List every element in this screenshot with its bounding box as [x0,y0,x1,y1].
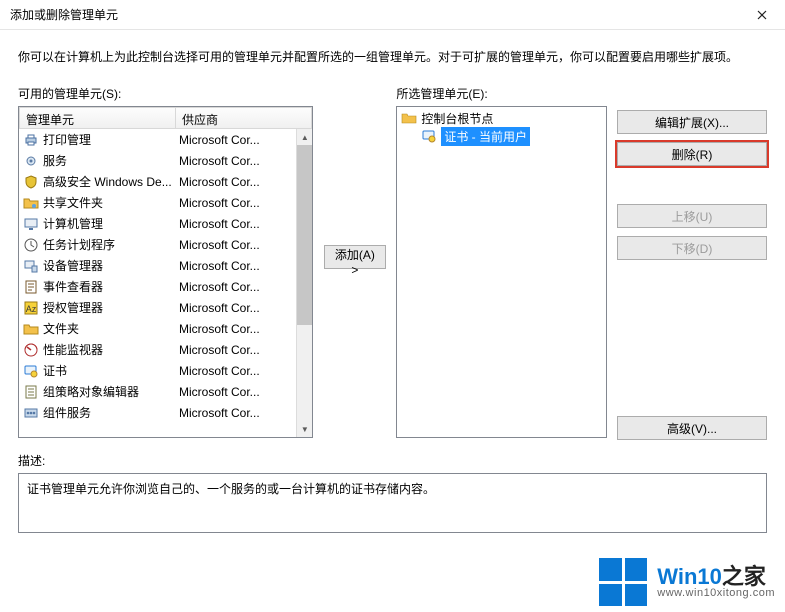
edit-extensions-button[interactable]: 编辑扩展(X)... [617,110,767,134]
available-row-name: 文件夹 [43,320,79,337]
selected-label: 所选管理单元(E): [396,85,607,102]
available-row-vendor: Microsoft Cor... [175,175,296,189]
available-row-name: 证书 [43,362,67,379]
available-row-vendor: Microsoft Cor... [175,364,296,378]
available-row-name: 打印管理 [43,131,91,148]
available-row[interactable]: 组件服务 Microsoft Cor... [19,402,296,423]
shield-icon [23,174,39,190]
cert-icon [23,363,39,379]
window-title: 添加或删除管理单元 [10,6,118,23]
component-icon [23,405,39,421]
description-label: 描述: [18,452,767,469]
scroll-thumb[interactable] [297,145,312,325]
available-header-vendor[interactable]: 供应商 [175,107,312,129]
available-row[interactable]: 证书 Microsoft Cor... [19,360,296,381]
available-row[interactable]: 组策略对象编辑器 Microsoft Cor... [19,381,296,402]
available-row-name: 任务计划程序 [43,236,115,253]
available-row-vendor: Microsoft Cor... [175,280,296,294]
available-row[interactable]: 文件夹 Microsoft Cor... [19,318,296,339]
available-row[interactable]: 服务 Microsoft Cor... [19,150,296,171]
available-row[interactable]: 打印管理 Microsoft Cor... [19,129,296,150]
available-header: 管理单元 供应商 [19,107,312,129]
move-up-button[interactable]: 上移(U) [617,204,767,228]
available-row[interactable]: 共享文件夹 Microsoft Cor... [19,192,296,213]
available-row-name: 事件查看器 [43,278,103,295]
available-row[interactable]: 任务计划程序 Microsoft Cor... [19,234,296,255]
available-row-vendor: Microsoft Cor... [175,343,296,357]
clock-icon [23,237,39,253]
available-row-name: 高级安全 Windows De... [43,173,172,190]
tree-child-label: 证书 - 当前用户 [441,127,530,146]
description-box: 证书管理单元允许你浏览自己的、一个服务的或一台计算机的证书存储内容。 [18,473,767,533]
add-button[interactable]: 添加(A) > [324,245,386,269]
move-down-button[interactable]: 下移(D) [617,236,767,260]
gpo-icon [23,384,39,400]
available-row[interactable]: 高级安全 Windows De...Microsoft Cor... [19,171,296,192]
selected-listbox[interactable]: 控制台根节点 证书 - 当前用户 [396,106,607,438]
folder-icon [23,321,39,337]
available-row-vendor: Microsoft Cor... [175,238,296,252]
available-row-name: 计算机管理 [43,215,103,232]
close-icon [757,10,767,20]
available-row-vendor: Microsoft Cor... [175,385,296,399]
svg-text:Az: Az [26,304,37,314]
folder-root-icon [401,110,417,126]
available-row-vendor: Microsoft Cor... [175,217,296,231]
available-row-name: 组策略对象编辑器 [43,383,139,400]
available-row-vendor: Microsoft Cor... [175,259,296,273]
available-row[interactable]: 设备管理器 Microsoft Cor... [19,255,296,276]
available-row-name: 组件服务 [43,404,91,421]
windows-logo-icon [599,558,647,606]
available-row-name: 设备管理器 [43,257,103,274]
computer-mgmt-icon [23,216,39,232]
device-icon [23,258,39,274]
available-row-name: 服务 [43,152,67,169]
available-row-name: 性能监视器 [43,341,103,358]
available-row[interactable]: 事件查看器 Microsoft Cor... [19,276,296,297]
available-row-vendor: Microsoft Cor... [175,154,296,168]
available-row-name: 共享文件夹 [43,194,103,211]
available-row-name: 授权管理器 [43,299,103,316]
watermark-brand-a: Win10 [657,564,722,589]
description-text: 证书管理单元允许你浏览自己的、一个服务的或一台计算机的证书存储内容。 [27,482,435,496]
titlebar: 添加或删除管理单元 [0,0,785,30]
event-icon [23,279,39,295]
printer-icon [23,132,39,148]
tree-root[interactable]: 控制台根节点 [399,109,604,127]
available-scrollbar[interactable]: ▲ ▼ [296,129,312,437]
scroll-up-icon[interactable]: ▲ [297,129,312,145]
available-row-vendor: Microsoft Cor... [175,196,296,210]
tree-root-label: 控制台根节点 [421,110,493,127]
watermark: Win10之家 www.win10xitong.com [599,558,775,606]
watermark-brand-b: 之家 [722,564,766,589]
scroll-down-icon[interactable]: ▼ [297,421,312,437]
folder-share-icon [23,195,39,211]
cert-icon [421,128,437,144]
auth-icon: Az [23,300,39,316]
available-row-vendor: Microsoft Cor... [175,133,296,147]
intro-text: 你可以在计算机上为此控制台选择可用的管理单元并配置所选的一组管理单元。对于可扩展… [18,48,767,67]
available-header-name[interactable]: 管理单元 [19,107,175,129]
available-label: 可用的管理单元(S): [18,85,313,102]
available-row-vendor: Microsoft Cor... [175,322,296,336]
gear-icon [23,153,39,169]
available-row[interactable]: 性能监视器 Microsoft Cor... [19,339,296,360]
available-row[interactable]: Az 授权管理器 Microsoft Cor... [19,297,296,318]
perf-icon [23,342,39,358]
watermark-url: www.win10xitong.com [657,588,775,600]
close-button[interactable] [739,0,785,30]
available-rows: 打印管理Microsoft Cor...服务Microsoft Cor...高级… [19,129,296,437]
advanced-button[interactable]: 高级(V)... [617,416,767,440]
available-listbox[interactable]: 管理单元 供应商 打印管理 Microsoft Cor... 服务 Microsoft… [18,106,313,438]
available-row[interactable]: 计算机管理 Microsoft Cor... [19,213,296,234]
remove-button[interactable]: 删除(R) [617,142,767,166]
available-row-vendor: Microsoft Cor... [175,301,296,315]
available-row-vendor: Microsoft Cor... [175,406,296,420]
tree-child[interactable]: 证书 - 当前用户 [399,127,604,145]
